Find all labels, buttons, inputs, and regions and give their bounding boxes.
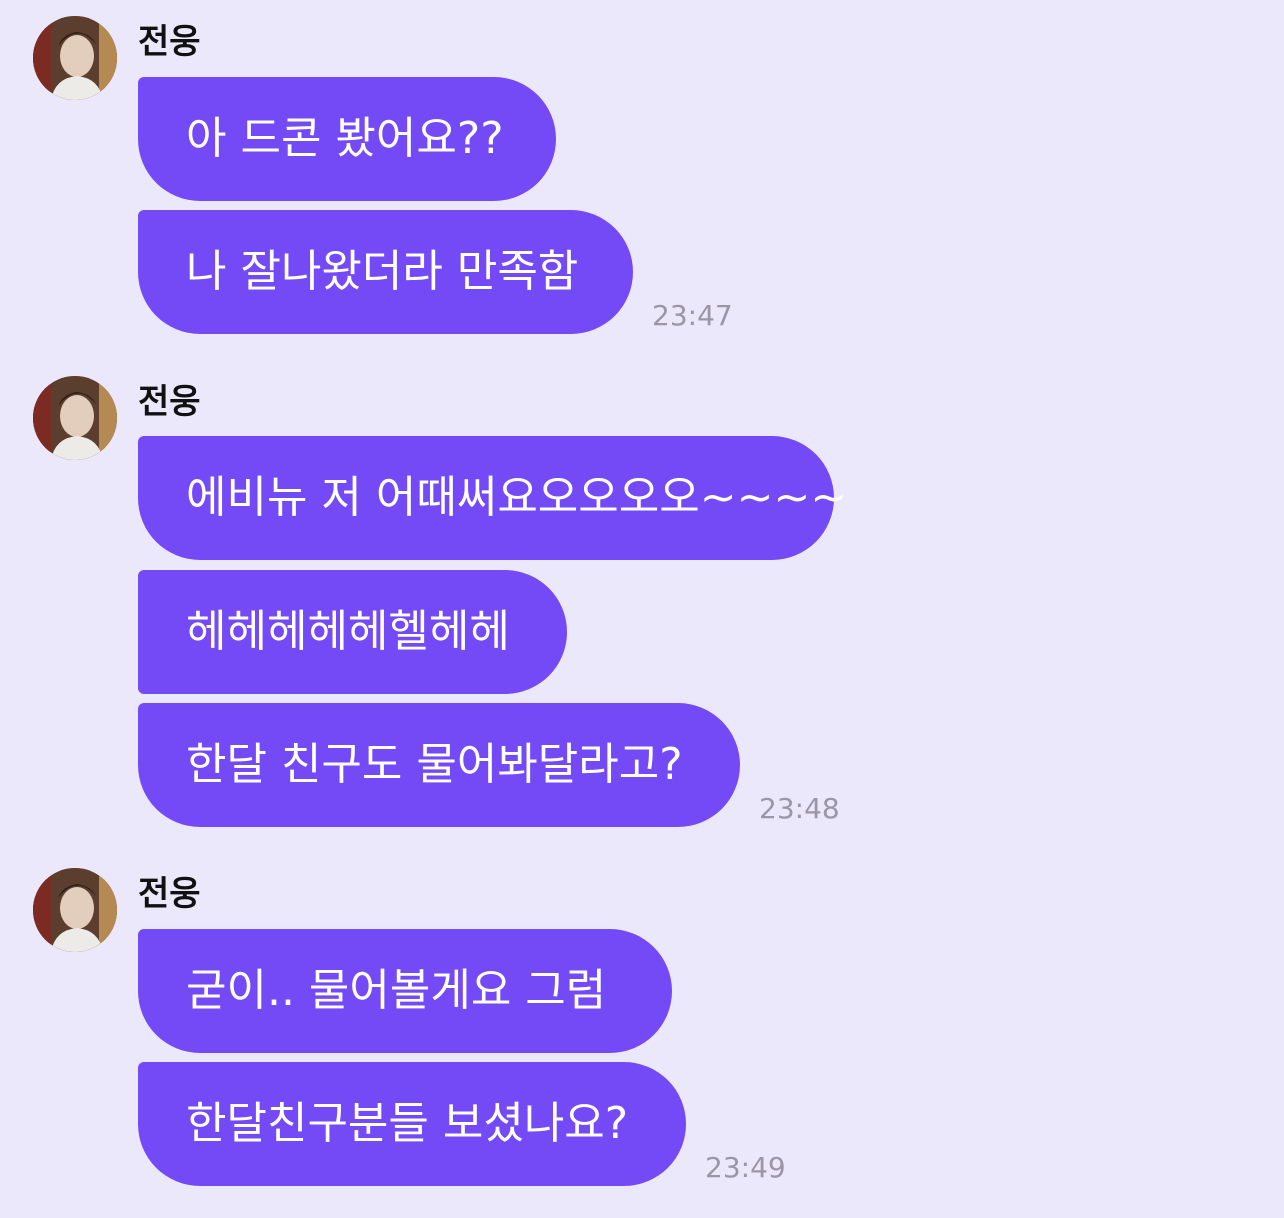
avatar[interactable]	[33, 868, 117, 952]
message-bubble[interactable]: 헤헤헤헤헤헬헤헤	[138, 570, 567, 694]
message-time: 23:47	[652, 299, 733, 332]
message-time: 23:48	[759, 792, 840, 825]
message-bubble[interactable]: 아 드콘 봤어요??	[138, 77, 556, 201]
message-group: 전웅 에비뉴 저 어때써요오오오오~~~~ 헤헤헤헤헤헬헤헤 한달 친구도 물어…	[0, 376, 1284, 836]
avatar-photo-icon	[33, 16, 117, 100]
message-bubble[interactable]: 한달 친구도 물어봐달라고?	[138, 703, 740, 827]
avatar-photo-icon	[33, 376, 117, 460]
message-group: 전웅 굳이.. 물어볼게요 그럼 한달친구분들 보셨나요? 23:49	[0, 868, 1284, 1198]
avatar-photo-icon	[33, 868, 117, 952]
avatar[interactable]	[33, 16, 117, 100]
sender-name: 전웅	[138, 874, 201, 914]
message-bubble[interactable]: 나 잘나왔더라 만족함	[138, 210, 633, 334]
message-time: 23:49	[705, 1151, 786, 1184]
sender-name: 전웅	[138, 22, 201, 62]
message-bubble[interactable]: 굳이.. 물어볼게요 그럼	[138, 929, 672, 1053]
sender-name: 전웅	[138, 382, 201, 422]
message-group: 전웅 아 드콘 봤어요?? 나 잘나왔더라 만족함 23:47	[0, 16, 1284, 336]
message-bubble[interactable]: 에비뉴 저 어때써요오오오오~~~~	[138, 436, 847, 560]
message-bubble[interactable]: 한달친구분들 보셨나요?	[138, 1062, 686, 1186]
avatar[interactable]	[33, 376, 117, 460]
